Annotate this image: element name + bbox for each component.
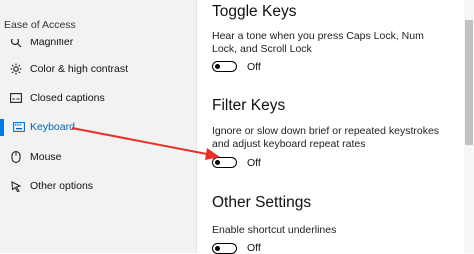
color-contrast-icon <box>9 62 22 75</box>
section-description: Ignore or slow down brief or repeated ke… <box>212 125 440 150</box>
mouse-icon <box>9 150 22 163</box>
main-content: Toggle Keys Hear a tone when you press C… <box>197 0 474 254</box>
toggle-state-label: Off <box>247 242 261 254</box>
toggle-state-label: Off <box>247 61 261 73</box>
other-options-icon <box>9 179 22 192</box>
toggle-state-label: Off <box>247 157 261 169</box>
toggle-knob <box>215 159 220 165</box>
section-description: Hear a tone when you press Caps Lock, Nu… <box>212 30 424 55</box>
sidebar-item-label: Other options <box>30 180 94 192</box>
sidebar-item-closed-captions[interactable]: Closed captions <box>0 88 196 110</box>
sidebar-item-keyboard[interactable]: Keyboard <box>0 117 196 139</box>
sidebar-item-label: Keyboard <box>30 121 75 133</box>
sidebar-item-color-high-contrast[interactable]: Color & high contrast <box>0 59 196 81</box>
sidebar-item-label: Color & high contrast <box>30 63 129 75</box>
toggle-keys-switch[interactable] <box>212 61 237 72</box>
section-title-toggle-keys: Toggle Keys <box>212 3 297 20</box>
section-title-filter-keys: Filter Keys <box>212 97 286 114</box>
sidebar-item-label: Magnifier <box>30 36 74 48</box>
sidebar: Ease of Access Magnifier Color & high co… <box>0 0 196 253</box>
scrollbar-thumb[interactable] <box>465 20 473 145</box>
section-description: Enable shortcut underlines <box>212 224 337 236</box>
toggle-knob <box>215 63 220 69</box>
sidebar-item-other-options[interactable]: Other options <box>0 176 196 198</box>
sidebar-title: Ease of Access <box>4 19 76 31</box>
keyboard-icon <box>12 120 25 133</box>
section-title-other-settings: Other Settings <box>212 194 312 211</box>
toggle-knob <box>215 245 220 251</box>
shortcut-underlines-switch[interactable] <box>212 243 237 254</box>
sidebar-item-label: Mouse <box>30 151 62 163</box>
filter-keys-switch[interactable] <box>212 157 237 168</box>
magnifier-icon <box>9 39 22 48</box>
sidebar-item-mouse[interactable]: Mouse <box>0 147 196 169</box>
sidebar-item-label: Closed captions <box>30 92 105 104</box>
closed-captions-icon <box>9 91 22 104</box>
sidebar-item-magnifier[interactable]: Magnifier <box>0 36 196 54</box>
active-indicator <box>0 119 4 136</box>
scrollbar[interactable] <box>464 0 474 253</box>
